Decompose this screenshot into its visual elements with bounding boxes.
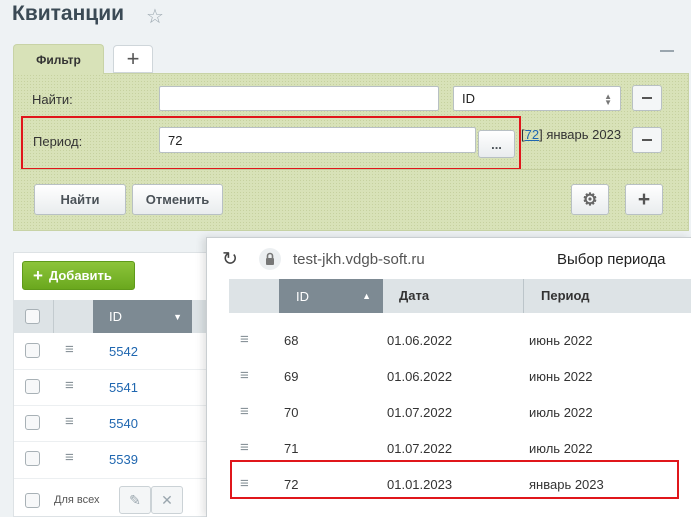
popup-id-column-header[interactable]: ID ▲ [279, 279, 383, 313]
date-column-header[interactable]: Дата [399, 288, 429, 303]
filter-settings-button[interactable]: ⚙ [571, 184, 609, 215]
page-title: Квитанции [12, 2, 125, 25]
edit-selected-button[interactable]: ✎ [119, 486, 151, 514]
popup-row-period[interactable]: июль 2022 [529, 441, 593, 456]
delete-selected-button[interactable]: ✕ [151, 486, 183, 514]
drag-handle-icon[interactable]: ≡ [240, 367, 249, 384]
for-all-label: Для всех [54, 494, 100, 506]
minus-icon [642, 97, 652, 99]
popup-row-date[interactable]: 01.07.2022 [387, 441, 452, 456]
drag-handle-icon[interactable]: ≡ [240, 331, 249, 348]
reload-icon[interactable]: ↻ [222, 248, 238, 271]
add-button[interactable]: + Добавить [22, 261, 135, 290]
lock-icon [259, 248, 281, 270]
add-filter-tab-button[interactable]: + [113, 45, 153, 73]
drag-handle-icon[interactable]: ≡ [65, 413, 74, 430]
select-all-footer-checkbox[interactable] [25, 493, 40, 508]
plus-icon: + [126, 46, 140, 71]
popup-row-period[interactable]: январь 2023 [529, 477, 604, 492]
period-display: [72] январь 2023 [521, 127, 622, 142]
remove-period-row-button[interactable] [632, 127, 662, 153]
id-column-label: ID [109, 309, 122, 324]
row-id-link[interactable]: 5541 [109, 380, 138, 395]
row-id-link[interactable]: 5540 [109, 416, 138, 431]
header-divider [53, 300, 54, 333]
drag-handle-icon[interactable]: ≡ [65, 449, 74, 466]
popup-row-date[interactable]: 01.06.2022 [387, 333, 452, 348]
close-icon: ✕ [161, 491, 173, 508]
popup-row-date[interactable]: 01.07.2022 [387, 405, 452, 420]
remove-find-row-button[interactable] [632, 85, 662, 111]
drag-handle-icon[interactable]: ≡ [240, 403, 249, 420]
row-divider [14, 478, 208, 479]
popup-id-column-label: ID [296, 288, 309, 304]
select-arrows-icon: ▲ ▼ [604, 92, 612, 107]
popup-row-period[interactable]: июнь 2022 [529, 333, 593, 348]
id-column-header[interactable]: ID ▼ [93, 300, 192, 333]
popup-row-id[interactable]: 72 [284, 477, 298, 492]
drag-handle-icon[interactable]: ≡ [240, 439, 249, 456]
popup-row-date[interactable]: 01.01.2023 [387, 477, 452, 492]
row-checkbox[interactable] [25, 451, 40, 466]
popup-row-date[interactable]: 01.06.2022 [387, 369, 452, 384]
popup-url: test-jkh.vdgb-soft.ru [293, 251, 425, 268]
period-column-header[interactable]: Период [541, 288, 590, 303]
period-display-text: январь 2023 [546, 127, 622, 142]
popup-row-id[interactable]: 70 [284, 405, 298, 420]
row-checkbox[interactable] [25, 415, 40, 430]
filter-separator [20, 169, 682, 170]
row-id-link[interactable]: 5539 [109, 452, 138, 467]
find-button[interactable]: Найти [34, 184, 126, 215]
row-checkbox[interactable] [25, 343, 40, 358]
period-id-link[interactable]: 72 [525, 127, 539, 142]
field-select-value: ID [462, 91, 475, 106]
add-button-label: Добавить [48, 268, 112, 283]
popup-row-id[interactable]: 71 [284, 441, 298, 456]
drag-handle-icon[interactable]: ≡ [240, 475, 249, 492]
row-divider [14, 441, 208, 442]
row-id-link[interactable]: 5542 [109, 344, 138, 359]
collapse-filter-icon[interactable] [660, 50, 674, 52]
popup-title: Выбор периода [557, 251, 666, 268]
popup-row-id[interactable]: 68 [284, 333, 298, 348]
period-label: Период: [33, 134, 83, 149]
browse-period-button[interactable]: ... [478, 130, 515, 158]
plus-icon: + [33, 265, 43, 285]
sort-desc-icon: ▼ [173, 312, 182, 322]
minus-icon [642, 139, 652, 141]
add-filter-field-button[interactable]: + [625, 184, 663, 215]
period-input[interactable]: 72 [159, 127, 476, 153]
field-select[interactable]: ID ▲ ▼ [453, 86, 621, 111]
drag-handle-icon[interactable]: ≡ [65, 377, 74, 394]
star-icon[interactable]: ☆ [146, 4, 164, 29]
gear-icon: ⚙ [582, 189, 598, 209]
drag-handle-icon[interactable]: ≡ [65, 341, 74, 358]
popup-row-id[interactable]: 69 [284, 369, 298, 384]
row-divider [14, 405, 208, 406]
sort-asc-icon: ▲ [362, 291, 371, 301]
row-divider [14, 369, 208, 370]
row-checkbox[interactable] [25, 379, 40, 394]
popup-row-period[interactable]: июль 2022 [529, 405, 593, 420]
pencil-icon: ✎ [129, 491, 141, 508]
select-all-checkbox[interactable] [25, 309, 40, 324]
find-label: Найти: [32, 92, 73, 107]
popup-row-period[interactable]: июнь 2022 [529, 369, 593, 384]
tab-filter[interactable]: Фильтр [13, 44, 104, 74]
cancel-button[interactable]: Отменить [132, 184, 223, 215]
plus-icon: + [637, 187, 651, 211]
column-divider [523, 279, 524, 313]
find-input[interactable] [159, 86, 439, 111]
